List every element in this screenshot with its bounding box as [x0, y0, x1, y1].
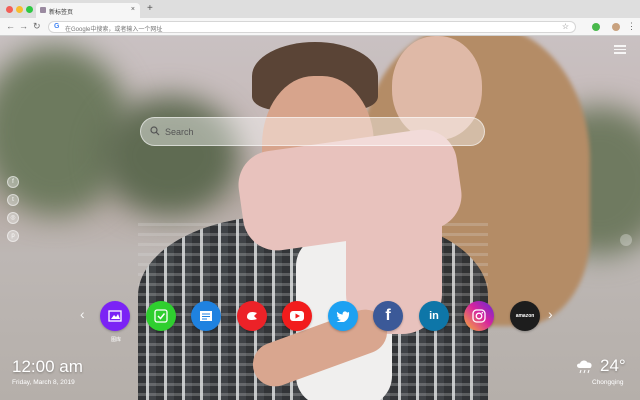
linkedin-icon[interactable]: in [419, 301, 449, 331]
browser-toolbar: ← → ↻ G 在Google中搜索，或者输入一个网址 ☆ ⋮ [0, 18, 640, 36]
theme-toggle-icon[interactable] [620, 234, 632, 246]
facebook-icon[interactable]: f [7, 176, 19, 188]
prev-arrow-button[interactable]: ‹ [80, 306, 85, 322]
back-button[interactable]: ← [6, 21, 15, 31]
profile-avatar[interactable] [612, 23, 620, 31]
game-app-icon[interactable] [237, 301, 267, 331]
menu-button[interactable] [614, 45, 626, 55]
menu-line [614, 52, 626, 54]
weather-temperature: 24° [600, 356, 626, 375]
tab-favicon-icon [40, 7, 46, 13]
youtube-icon[interactable] [282, 301, 312, 331]
omnibox-placeholder: 在Google中搜索，或者输入一个网址 [65, 27, 163, 33]
background-photo [0, 36, 640, 400]
facebook-app-icon[interactable]: f [373, 301, 403, 331]
pinterest-icon[interactable]: p [7, 230, 19, 242]
bookmark-star-icon[interactable]: ☆ [562, 22, 569, 31]
gallery-icon[interactable] [100, 301, 130, 331]
clock-time: 12:00 am [12, 357, 83, 376]
weather-city: Chongqing [592, 379, 624, 386]
search-icon [150, 126, 160, 136]
close-window-button[interactable] [6, 6, 13, 13]
rain-cloud-icon [577, 360, 592, 374]
tab-title: 新标签页 [49, 10, 74, 16]
twitter-bird-icon[interactable] [328, 301, 358, 331]
tab-close-icon[interactable]: × [131, 6, 135, 13]
reload-button[interactable]: ↻ [33, 21, 41, 32]
google-g-icon: G [54, 23, 60, 30]
instagram-app-icon[interactable] [464, 301, 494, 331]
browser-tab[interactable]: 新标签页 × [36, 3, 140, 18]
menu-line [614, 45, 626, 47]
maximize-window-button[interactable] [26, 6, 33, 13]
instagram-icon[interactable]: ◎ [7, 212, 19, 224]
search-input[interactable] [165, 124, 465, 140]
check-app-icon[interactable] [146, 301, 176, 331]
twitter-icon[interactable]: t [7, 194, 19, 206]
browser-tab-strip: 新标签页 × + [0, 0, 640, 18]
amazon-icon[interactable]: amazon [510, 301, 540, 331]
blurred-tree [100, 96, 240, 216]
gallery-label: 图库 [110, 337, 121, 343]
news-app-icon[interactable] [191, 301, 221, 331]
menu-line [614, 48, 626, 50]
extension-icon[interactable] [592, 23, 600, 31]
next-arrow-button[interactable]: › [548, 306, 553, 322]
clock-date: Friday, March 8, 2019 [12, 379, 75, 386]
omnibox[interactable]: G 在Google中搜索，或者输入一个网址 ☆ [48, 21, 576, 33]
forward-button[interactable]: → [19, 21, 28, 31]
browser-menu-icon[interactable]: ⋮ [627, 21, 636, 32]
minimize-window-button[interactable] [16, 6, 23, 13]
new-tab-button[interactable]: + [147, 3, 153, 14]
search-bar[interactable] [140, 117, 485, 146]
